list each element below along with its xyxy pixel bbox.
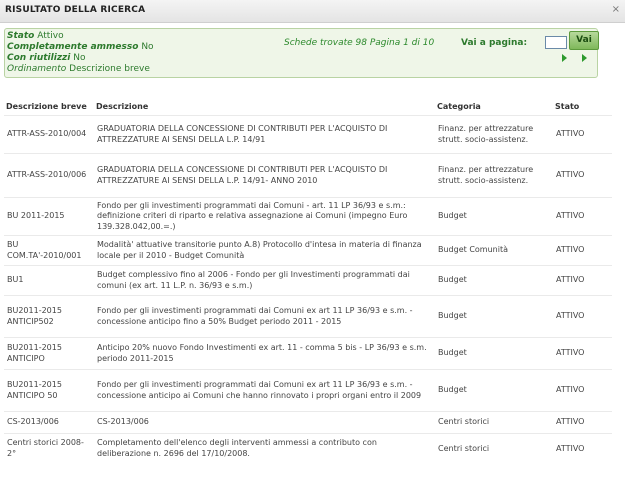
cell-categoria: Centri storici: [435, 433, 553, 464]
table-row[interactable]: BU COM.TA'-2010/001 Modalità' attuative …: [4, 235, 612, 266]
cell-categoria: Budget: [435, 295, 553, 338]
table-row[interactable]: BU2011-2015 ANTICIPO Anticipo 20% nuovo …: [4, 337, 612, 370]
filter-stato: Stato Attivo: [7, 31, 64, 41]
cell-descrizione: GRADUATORIA DELLA CONCESSIONE DI CONTRIB…: [94, 115, 435, 154]
cell-descrizione: Anticipo 20% nuovo Fondo Investimenti ex…: [94, 337, 435, 370]
riutilizzi-label: Con riutilizzi: [7, 53, 71, 63]
filter-ammesso: Completamente ammesso No: [7, 42, 154, 52]
cell-breve: ATTR-ASS-2010/004: [4, 115, 94, 154]
window-title: RISULTATO DELLA RICERCA: [5, 5, 146, 15]
stato-value: Attivo: [37, 31, 64, 41]
cell-categoria: Budget: [435, 197, 553, 236]
header-stato[interactable]: Stato: [553, 100, 612, 116]
table-row[interactable]: ATTR-ASS-2010/004 GRADUATORIA DELLA CONC…: [4, 115, 612, 154]
cell-stato: ATTIVO: [553, 369, 612, 412]
cell-stato: ATTIVO: [553, 115, 612, 154]
ordinamento-value: Descrizione breve: [69, 64, 150, 74]
cell-breve: BU 2011-2015: [4, 197, 94, 236]
cell-categoria: Budget: [435, 337, 553, 370]
cell-breve: Centri storici 2008-2°: [4, 433, 94, 464]
cell-descrizione: Budget complessivo fino al 2006 - Fondo …: [94, 265, 435, 296]
table-row[interactable]: BU2011-2015 ANTICIP502 Fondo per gli inv…: [4, 295, 612, 338]
goto-page-input[interactable]: [545, 36, 567, 49]
next-page-icon[interactable]: [562, 54, 567, 62]
cell-descrizione: Fondo per gli investimenti programmati d…: [94, 369, 435, 412]
table-row[interactable]: Centri storici 2008-2° Completamento del…: [4, 433, 612, 464]
filter-riutilizzi: Con riutilizzi No: [7, 53, 86, 63]
window-titlebar: RISULTATO DELLA RICERCA ×: [0, 0, 625, 23]
cell-stato: ATTIVO: [553, 433, 612, 464]
cell-breve: ATTR-ASS-2010/006: [4, 153, 94, 198]
cell-descrizione: Fondo per gli investimenti programmati d…: [94, 197, 435, 236]
cell-breve: BU2011-2015 ANTICIPO: [4, 337, 94, 370]
header-descrizione[interactable]: Descrizione: [94, 100, 435, 116]
goto-page-label: Vai a pagina:: [461, 38, 528, 48]
results-table: Descrizione breve Descrizione Categoria …: [4, 100, 612, 464]
cell-stato: ATTIVO: [553, 197, 612, 236]
results-count: Schede trovate 98 Pagina 1 di 10: [284, 38, 435, 48]
cell-breve: BU1: [4, 265, 94, 296]
table-row[interactable]: BU1 Budget complessivo fino al 2006 - Fo…: [4, 265, 612, 296]
riutilizzi-value: No: [73, 53, 86, 63]
goto-page-button[interactable]: Vai: [569, 31, 599, 50]
cell-descrizione: Fondo per gli investimenti programmati d…: [94, 295, 435, 338]
table-row[interactable]: ATTR-ASS-2010/006 GRADUATORIA DELLA CONC…: [4, 153, 612, 198]
filter-ordinamento: Ordinamento Descrizione breve: [7, 64, 150, 74]
cell-stato: ATTIVO: [553, 153, 612, 198]
last-page-icon[interactable]: [582, 54, 587, 62]
cell-breve: BU COM.TA'-2010/001: [4, 235, 94, 266]
cell-descrizione: CS-2013/006: [94, 411, 435, 434]
cell-breve: CS-2013/006: [4, 411, 94, 434]
cell-stato: ATTIVO: [553, 265, 612, 296]
cell-stato: ATTIVO: [553, 337, 612, 370]
table-row[interactable]: BU 2011-2015 Fondo per gli investimenti …: [4, 197, 612, 236]
ammesso-value: No: [141, 42, 154, 52]
cell-breve: BU2011-2015 ANTICIPO 50: [4, 369, 94, 412]
ammesso-label: Completamente ammesso: [7, 42, 139, 52]
table-row[interactable]: BU2011-2015 ANTICIPO 50 Fondo per gli in…: [4, 369, 612, 412]
cell-categoria: Budget: [435, 369, 553, 412]
search-criteria-panel: Stato Attivo Completamente ammesso No Co…: [4, 28, 599, 78]
table-row[interactable]: CS-2013/006 CS-2013/006 Centri storici A…: [4, 411, 612, 434]
header-categoria[interactable]: Categoria: [435, 100, 553, 116]
cell-categoria: Finanz. per attrezzature strutt. socio-a…: [435, 115, 553, 154]
cell-categoria: Budget: [435, 265, 553, 296]
cell-descrizione: GRADUATORIA DELLA CONCESSIONE DI CONTRIB…: [94, 153, 435, 198]
cell-stato: ATTIVO: [553, 295, 612, 338]
cell-descrizione: Completamento dell'elenco degli interven…: [94, 433, 435, 464]
cell-categoria: Finanz. per attrezzature strutt. socio-a…: [435, 153, 553, 198]
cell-breve: BU2011-2015 ANTICIP502: [4, 295, 94, 338]
cell-stato: ATTIVO: [553, 411, 612, 434]
close-icon[interactable]: ×: [612, 4, 620, 15]
header-descrizione-breve[interactable]: Descrizione breve: [4, 100, 94, 116]
stato-label: Stato: [7, 31, 35, 41]
table-header-row: Descrizione breve Descrizione Categoria …: [4, 100, 612, 116]
cell-categoria: Centri storici: [435, 411, 553, 434]
cell-categoria: Budget Comunità: [435, 235, 553, 266]
cell-descrizione: Modalità' attuative transitorie punto A.…: [94, 235, 435, 266]
cell-stato: ATTIVO: [553, 235, 612, 266]
ordinamento-label: Ordinamento: [7, 64, 67, 74]
